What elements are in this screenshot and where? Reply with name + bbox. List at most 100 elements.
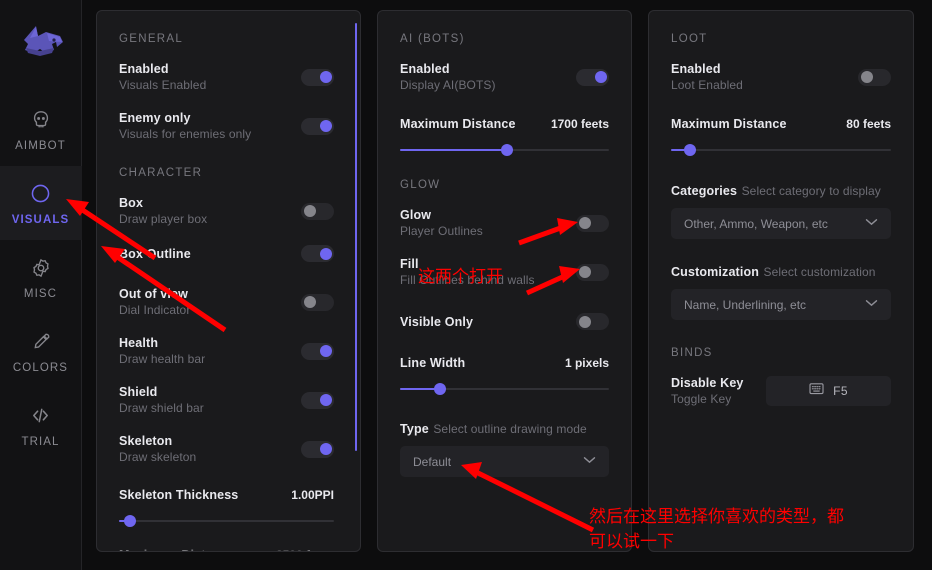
setting-row-box[interactable]: Box Draw player box bbox=[119, 196, 334, 226]
setting-row-fill[interactable]: Fill Fill Outlines behind walls bbox=[400, 257, 609, 287]
dropdown-outline-type[interactable]: Default bbox=[400, 446, 609, 477]
setting-title: Type bbox=[400, 422, 429, 436]
section-header-glow: GLOW bbox=[400, 179, 441, 191]
toggle-loot-enabled[interactable] bbox=[858, 68, 891, 86]
sidebar-item-label: TRIAL bbox=[21, 435, 60, 448]
slider-line-width[interactable] bbox=[400, 382, 609, 396]
setting-row-shield[interactable]: Shield Draw shield bar bbox=[119, 385, 334, 415]
slider-skeleton-thickness[interactable] bbox=[119, 514, 334, 528]
slider-value: 80 feets bbox=[846, 117, 891, 131]
dropdown-loot-customization[interactable]: Name, Underlining, etc bbox=[671, 289, 891, 320]
setting-subtitle: Visuals Enabled bbox=[119, 78, 207, 92]
setting-row-skeleton[interactable]: Skeleton Draw skeleton bbox=[119, 434, 334, 464]
setting-row-out-of-view[interactable]: Out of view Dial Indicator bbox=[119, 287, 334, 317]
sidebar-item-aimbot[interactable]: AIMBOT bbox=[0, 92, 82, 166]
toggle-glow[interactable] bbox=[576, 214, 609, 232]
slider-label-skeleton-thickness: Skeleton Thickness 1.00PPI bbox=[119, 488, 334, 502]
toggle-fill[interactable] bbox=[576, 263, 609, 281]
chevron-down-icon bbox=[865, 299, 878, 310]
slider-value: 1700 feets bbox=[550, 117, 609, 131]
toggle-box[interactable] bbox=[301, 202, 334, 220]
setting-title: Shield bbox=[119, 385, 158, 399]
loot-settings-panel: LOOT Enabled Loot Enabled Maximum Distan… bbox=[648, 10, 914, 552]
setting-title: Skeleton bbox=[119, 434, 173, 448]
wolf-head-logo bbox=[13, 18, 69, 66]
slider-value: 2500 feets bbox=[276, 548, 334, 551]
setting-title: Enemy only bbox=[119, 111, 191, 125]
dropdown-value: Other, Ammo, Weapon, etc bbox=[684, 216, 828, 231]
sidebar-item-visuals[interactable]: VISUALS bbox=[0, 166, 82, 240]
setting-title: Visible Only bbox=[400, 314, 474, 329]
setting-subtitle: Display AI(BOTS) bbox=[400, 78, 496, 92]
section-header-general: GENERAL bbox=[119, 33, 184, 45]
slider-loot-max-distance[interactable] bbox=[671, 143, 891, 157]
setting-title: Glow bbox=[400, 208, 432, 222]
sidebar-item-colors[interactable]: COLORS bbox=[0, 314, 82, 388]
section-header-character: CHARACTER bbox=[119, 167, 203, 179]
toggle-enemy-only[interactable] bbox=[301, 117, 334, 135]
toggle-ai-enabled[interactable] bbox=[576, 68, 609, 86]
setting-subtitle: Select outline drawing mode bbox=[433, 422, 587, 436]
slider-title: Line Width bbox=[400, 356, 466, 370]
gear-icon bbox=[28, 255, 54, 281]
slider-title: Maximum Distance bbox=[671, 117, 787, 131]
slider-ai-max-distance[interactable] bbox=[400, 143, 609, 157]
setting-subtitle: Visuals for enemies only bbox=[119, 127, 252, 141]
keybind-button-disable-key[interactable]: F5 bbox=[766, 376, 891, 406]
sidebar-item-label: COLORS bbox=[12, 361, 69, 374]
setting-subtitle: Loot Enabled bbox=[671, 78, 743, 92]
setting-subtitle: Draw player box bbox=[119, 212, 208, 226]
setting-subtitle: Draw health bar bbox=[119, 352, 206, 366]
toggle-health[interactable] bbox=[301, 342, 334, 360]
dropdown-loot-categories[interactable]: Other, Ammo, Weapon, etc bbox=[671, 208, 891, 239]
section-header-ai-bots: AI (BOTS) bbox=[400, 33, 465, 45]
slider-value: 1.00PPI bbox=[291, 488, 334, 502]
setting-row-health[interactable]: Health Draw health bar bbox=[119, 336, 334, 366]
toggle-visible-only[interactable] bbox=[576, 313, 609, 330]
setting-title: Customization bbox=[671, 265, 760, 279]
eye-crescent-icon bbox=[28, 181, 54, 207]
setting-subtitle: Select category to display bbox=[741, 184, 881, 198]
setting-row-visible-only[interactable]: Visible Only bbox=[400, 313, 609, 330]
toggle-shield[interactable] bbox=[301, 391, 334, 409]
sidebar-item-label: AIMBOT bbox=[15, 139, 66, 152]
setting-subtitle: Fill Outlines behind walls bbox=[400, 273, 535, 287]
setting-title: Fill bbox=[400, 257, 419, 271]
setting-subtitle: Select customization bbox=[763, 265, 876, 279]
toggle-skeleton[interactable] bbox=[301, 440, 334, 458]
setting-row-glow[interactable]: Glow Player Outlines bbox=[400, 208, 609, 238]
sidebar-item-misc[interactable]: MISC bbox=[0, 240, 82, 314]
ai-glow-settings-panel: AI (BOTS) Enabled Display AI(BOTS) Maxim… bbox=[377, 10, 632, 552]
setting-title: Box Outline bbox=[119, 246, 191, 261]
code-icon bbox=[28, 403, 54, 429]
slider-value: 1 pixels bbox=[564, 356, 609, 370]
setting-title: Categories bbox=[671, 184, 738, 198]
sidebar-item-trial[interactable]: TRIAL bbox=[0, 388, 82, 462]
setting-row-loot-enabled[interactable]: Enabled Loot Enabled bbox=[671, 62, 891, 92]
setting-title: Enabled bbox=[400, 62, 450, 76]
setting-title: Enabled bbox=[119, 62, 169, 76]
setting-subtitle: Dial Indicator bbox=[119, 303, 191, 317]
setting-row-box-outline[interactable]: Box Outline bbox=[119, 245, 334, 262]
setting-title: Enabled bbox=[671, 62, 721, 76]
visuals-settings-panel: GENERAL Enabled Visuals Enabled Enemy on… bbox=[96, 10, 361, 552]
setting-subtitle: Player Outlines bbox=[400, 224, 483, 238]
setting-title: Disable Key bbox=[671, 376, 744, 390]
setting-title: Health bbox=[119, 336, 159, 350]
slider-label-max-distance-clipped: Maximum Distance 2500 feets bbox=[119, 548, 334, 551]
slider-label-line-width: Line Width 1 pixels bbox=[400, 356, 609, 370]
chevron-down-icon bbox=[583, 456, 596, 467]
setting-title: Box bbox=[119, 196, 144, 210]
setting-row-ai-enabled[interactable]: Enabled Display AI(BOTS) bbox=[400, 62, 609, 92]
sidebar: AIMBOT VISUALS MISC COLORS TRIAL bbox=[0, 0, 82, 570]
slider-title: Maximum Distance bbox=[400, 117, 516, 131]
keyboard-icon bbox=[809, 382, 824, 400]
skull-icon bbox=[28, 107, 54, 133]
toggle-box-outline[interactable] bbox=[301, 245, 334, 262]
setting-row-disable-key[interactable]: Disable Key Toggle Key F5 bbox=[671, 376, 891, 406]
toggle-visuals-enabled[interactable] bbox=[301, 68, 334, 86]
setting-row-visuals-enabled[interactable]: Enabled Visuals Enabled bbox=[119, 62, 334, 92]
toggle-out-of-view[interactable] bbox=[301, 293, 334, 311]
setting-row-enemy-only[interactable]: Enemy only Visuals for enemies only bbox=[119, 111, 334, 141]
vertical-scrollbar[interactable] bbox=[354, 23, 357, 451]
